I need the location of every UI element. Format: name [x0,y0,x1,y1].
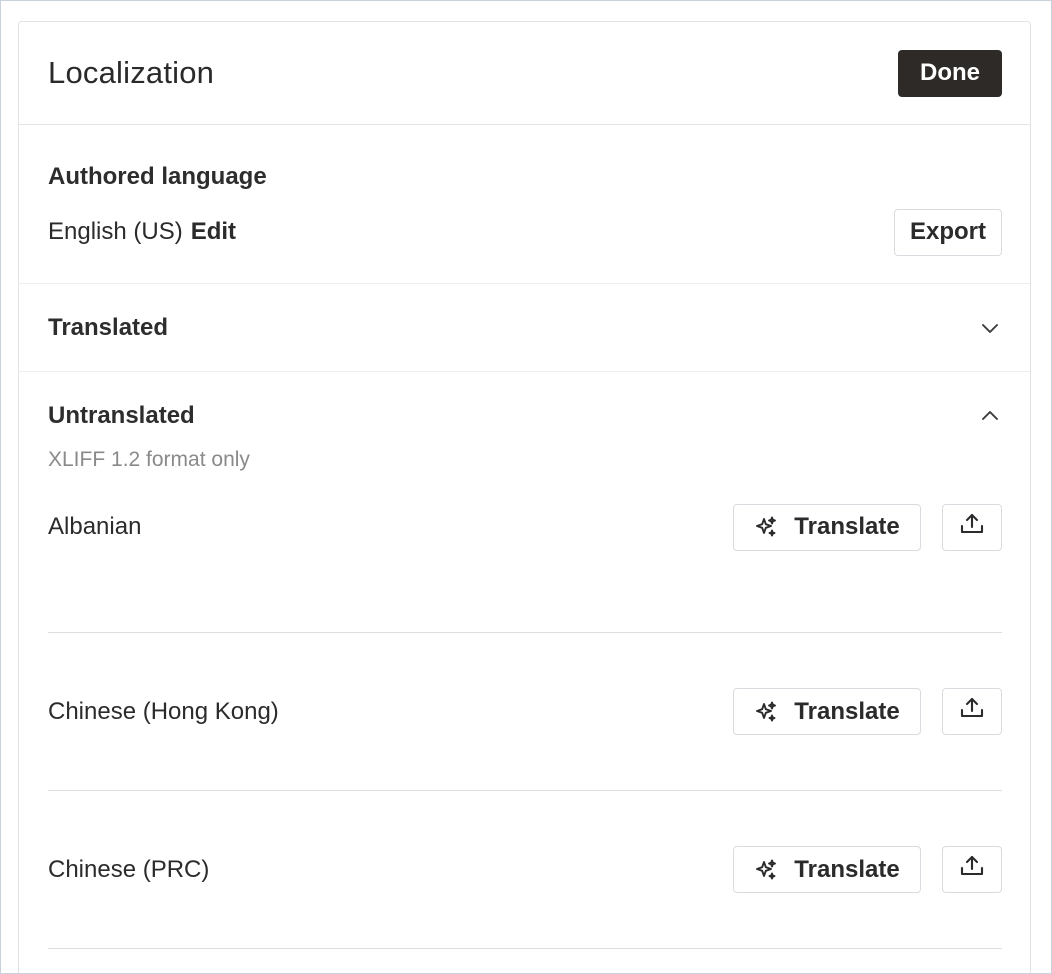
language-name: Chinese (Hong Kong) [48,697,279,725]
sparkles-icon [754,700,778,724]
authored-language-row: English (US) Edit Export [48,208,1002,256]
page-title: Localization [48,55,215,90]
upload-button[interactable] [942,688,1002,735]
untranslated-language-list: Albanian Translate Chinese (Hong Kong) T… [48,475,1002,949]
authored-language-section: Authored language English (US) Edit Expor… [19,125,1030,284]
language-row: Chinese (Hong Kong) Translate [48,633,1002,791]
language-row-actions: Translate [733,688,1002,735]
localization-panel: Localization Done Authored language Engl… [18,21,1031,973]
app-frame: Localization Done Authored language Engl… [0,0,1052,974]
authored-language-name: English (US) [48,218,183,245]
language-name: Albanian [48,513,142,540]
translate-label: Translate [794,697,900,725]
format-note: XLIFF 1.2 format only [48,448,250,471]
language-row-actions: Translate [733,503,1002,551]
language-row: Albanian Translate [48,503,1002,633]
authored-language-heading: Authored language [48,163,267,190]
chevron-down-icon [978,316,1002,340]
panel-header: Localization Done [19,22,1030,125]
sparkles-icon [754,515,778,539]
upload-icon [959,511,985,544]
upload-button[interactable] [942,503,1002,551]
translate-button[interactable]: Translate [733,846,921,893]
untranslated-heading: Untranslated [48,401,195,429]
language-name: Chinese (PRC) [48,855,210,883]
authored-language-value: English (US) Edit [48,218,236,246]
edit-language-link[interactable]: Edit [191,218,236,245]
upload-icon [959,695,985,728]
language-row: Chinese (PRC) Translate [48,791,1002,949]
done-button[interactable]: Done [898,49,1002,97]
sparkles-icon [754,858,778,882]
language-row-content: Chinese (PRC) Translate [48,846,1002,893]
translated-section-toggle[interactable]: Translated [19,284,1030,372]
export-button[interactable]: Export [893,208,1002,256]
translate-button[interactable]: Translate [733,688,921,735]
language-row-content: Chinese (Hong Kong) Translate [48,688,1002,735]
upload-icon [959,853,985,886]
language-row-content: Albanian Translate [48,503,1002,551]
translate-label: Translate [794,513,900,540]
translated-heading: Translated [48,313,169,341]
translate-label: Translate [794,855,900,883]
upload-button[interactable] [942,846,1002,893]
language-row-actions: Translate [733,846,1002,893]
chevron-up-icon [978,404,1002,428]
translate-button[interactable]: Translate [733,503,921,551]
